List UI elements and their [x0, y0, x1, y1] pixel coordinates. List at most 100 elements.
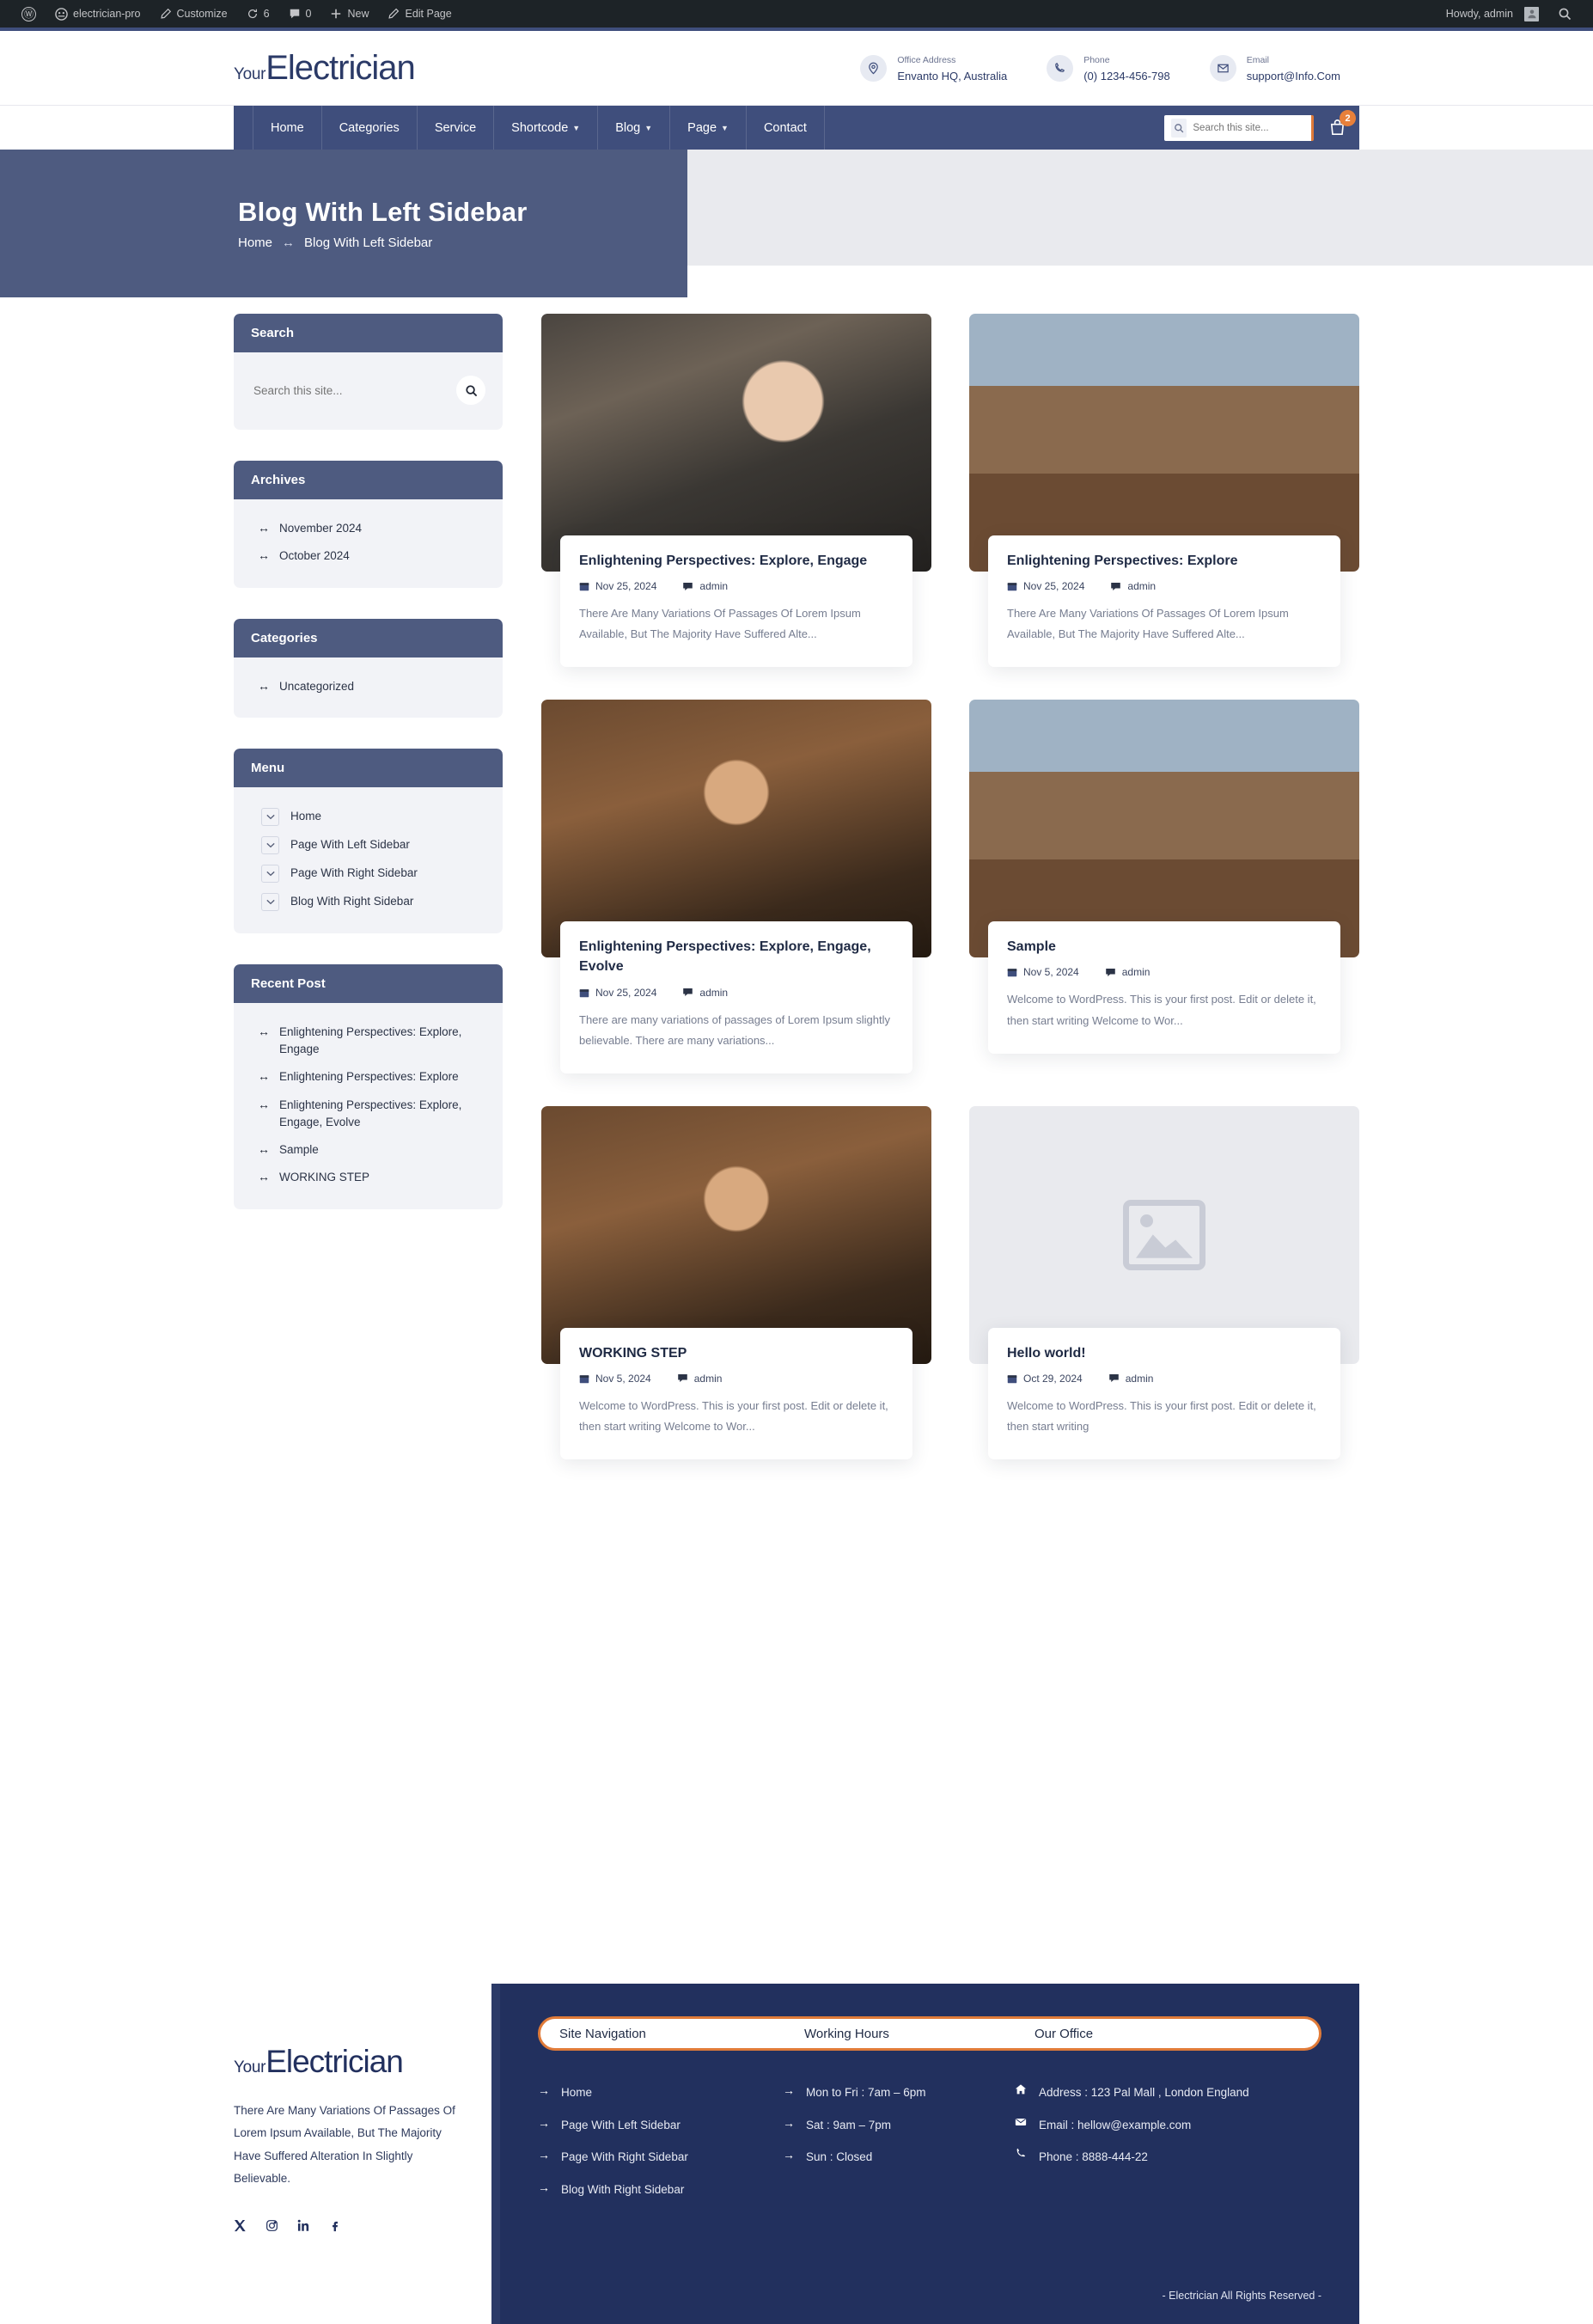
my-account-menu[interactable]: Howdy, admin [1437, 0, 1548, 28]
list-item[interactable]: ↔ October 2024 [251, 542, 485, 570]
list-item[interactable]: ↔ Sample [251, 1136, 485, 1164]
list-item[interactable]: ↔ Enlightening Perspectives: Explore, Eng… [251, 1018, 485, 1064]
list-item[interactable]: ↔ Enlightening Perspectives: Explore [251, 1063, 485, 1091]
blog-post-grid: Enlightening Perspectives: Explore, Enga… [541, 314, 1359, 1460]
post-thumbnail[interactable] [541, 314, 931, 572]
list-item[interactable]: Page With Left Sidebar [251, 831, 485, 859]
post-date: Nov 5, 2024 [579, 1373, 651, 1385]
list-item[interactable]: ↔ November 2024 [251, 515, 485, 542]
post-card[interactable]: Sample Nov 5, 2024 admin Welcome to Word… [969, 700, 1359, 1073]
post-thumbnail-placeholder[interactable] [969, 1105, 1359, 1364]
phone-icon [1047, 54, 1074, 82]
nav-item-categories[interactable]: Categories [322, 106, 418, 150]
nav-item-page[interactable]: Page ▼ [670, 106, 747, 150]
list-item[interactable]: ↔ Enlightening Perspectives: Explore, Eng… [251, 1092, 485, 1137]
office-label: Email : hellow@example.com [1039, 2118, 1192, 2131]
nav-item-blog[interactable]: Blog ▼ [598, 106, 671, 150]
list-item[interactable]: Home [251, 803, 485, 831]
updates-count: 6 [263, 8, 270, 20]
arrow-right-icon: ↔ [258, 1142, 270, 1156]
admin-search-button[interactable] [1548, 0, 1581, 28]
linkedin-icon[interactable] [297, 2219, 310, 2236]
list-item[interactable]: Blog With Right Sidebar [251, 888, 485, 916]
list-item[interactable]: → Page With Right Sidebar [538, 2141, 783, 2174]
nav-item-contact[interactable]: Contact [747, 106, 825, 150]
nav-search-input[interactable] [1193, 122, 1304, 133]
post-title[interactable]: WORKING STEP [579, 1343, 894, 1363]
cart-button[interactable]: 2 [1328, 110, 1356, 138]
chevron-down-icon[interactable] [261, 835, 279, 854]
facebook-icon[interactable] [329, 2219, 342, 2236]
nav-search-box[interactable] [1164, 114, 1314, 141]
post-excerpt: Welcome to WordPress. This is your first… [579, 1398, 888, 1433]
updates-button[interactable]: 6 [237, 0, 279, 28]
post-author-label: admin [1127, 580, 1157, 593]
widget-title: Menu [234, 748, 503, 787]
footer-tab-site-navigation[interactable]: Site Navigation [559, 2027, 804, 2041]
calendar-icon [1007, 583, 1017, 591]
list-item[interactable]: ↔ Uncategorized [251, 673, 485, 700]
sidebar-search-button[interactable] [456, 376, 485, 405]
comments-button[interactable]: 0 [279, 0, 321, 28]
post-title[interactable]: Sample [1007, 937, 1321, 957]
post-thumbnail[interactable] [969, 314, 1359, 572]
post-card[interactable]: Enlightening Perspectives: Explore, Enga… [541, 314, 931, 668]
post-thumbnail[interactable] [969, 700, 1359, 958]
chevron-down-icon[interactable] [261, 892, 279, 911]
instagram-icon[interactable] [266, 2219, 278, 2236]
post-card[interactable]: Enlightening Perspectives: Explore, Enga… [541, 700, 931, 1073]
footer-tab-our-office[interactable]: Our Office [1035, 2027, 1093, 2041]
widget-recent-post: Recent Post ↔ Enlightening Perspectives: … [234, 963, 503, 1209]
footer-info-panel: Site Navigation Working Hours Our Office… [491, 1984, 1359, 2324]
list-item[interactable]: Page With Right Sidebar [251, 859, 485, 888]
post-excerpt: Welcome to WordPress. This is your first… [1007, 1398, 1316, 1433]
recent-post-label: Enlightening Perspectives: Explore, Enga… [279, 1024, 462, 1055]
x-twitter-icon[interactable] [234, 2219, 247, 2236]
nav-item-service[interactable]: Service [418, 106, 495, 150]
list-item[interactable]: → Home [538, 2076, 783, 2109]
pencil-icon [160, 8, 171, 19]
list-item[interactable]: → Page With Left Sidebar [538, 2109, 783, 2142]
footer-tab-working-hours[interactable]: Working Hours [804, 2027, 1035, 2041]
office-label: Address : 123 Pal Mall , London England [1039, 2086, 1249, 2099]
post-thumbnail[interactable] [541, 1105, 931, 1364]
footer-col-site-navigation: → Home → Page With Left Sidebar → Page With… [538, 2076, 783, 2205]
list-item[interactable]: → Blog With Right Sidebar [538, 2174, 783, 2206]
envelope-icon [1013, 2116, 1028, 2128]
post-card[interactable]: Enlightening Perspectives: Explore Nov 2… [969, 314, 1359, 668]
nav-item-home[interactable]: Home [253, 106, 322, 150]
widget-title: Recent Post [234, 963, 503, 1003]
breadcrumb-home[interactable]: Home [238, 235, 272, 250]
post-title[interactable]: Enlightening Perspectives: Explore, Enga… [579, 551, 894, 571]
footer-logo[interactable]: Your Electrician [234, 2046, 461, 2077]
chevron-down-icon[interactable] [261, 807, 279, 826]
arrow-right-icon: ↔ [258, 678, 270, 693]
image-placeholder-icon [1123, 1199, 1205, 1270]
arrow-right-icon: ↔ [258, 1170, 270, 1184]
footer-nav-label: Blog With Right Sidebar [561, 2182, 685, 2196]
avatar [1524, 6, 1539, 21]
customize-button[interactable]: Customize [150, 0, 237, 28]
arrow-right-icon: → [538, 2148, 550, 2162]
nav-item-shortcode[interactable]: Shortcode ▼ [494, 106, 599, 150]
post-title[interactable]: Enlightening Perspectives: Explore, Enga… [579, 937, 894, 976]
post-card[interactable]: Hello world! Oct 29, 2024 admin Welcome … [969, 1105, 1359, 1460]
sidebar-search-input[interactable] [253, 383, 456, 397]
site-name-menu[interactable]: electrician-pro [46, 0, 150, 28]
post-date-label: Nov 25, 2024 [1023, 580, 1085, 593]
wp-logo-menu[interactable]: Ⓦ [12, 0, 46, 28]
wordpress-logo-icon: Ⓦ [21, 6, 36, 21]
site-logo[interactable]: Your Electrician [234, 51, 416, 85]
post-title[interactable]: Hello world! [1007, 1343, 1321, 1363]
calendar-icon [1007, 1375, 1017, 1384]
new-content-button[interactable]: New [320, 0, 378, 28]
post-card[interactable]: WORKING STEP Nov 5, 2024 admin Welcome t… [541, 1105, 931, 1460]
edit-page-button[interactable]: Edit Page [378, 0, 461, 28]
chevron-down-icon[interactable] [261, 864, 279, 883]
user-icon [1528, 9, 1535, 19]
footer-copyright: - Electrician All Rights Reserved - [1162, 2290, 1321, 2302]
arrow-right-icon: → [538, 2115, 550, 2130]
post-title[interactable]: Enlightening Perspectives: Explore [1007, 551, 1321, 571]
list-item[interactable]: ↔ WORKING STEP [251, 1164, 485, 1191]
post-thumbnail[interactable] [541, 700, 931, 958]
